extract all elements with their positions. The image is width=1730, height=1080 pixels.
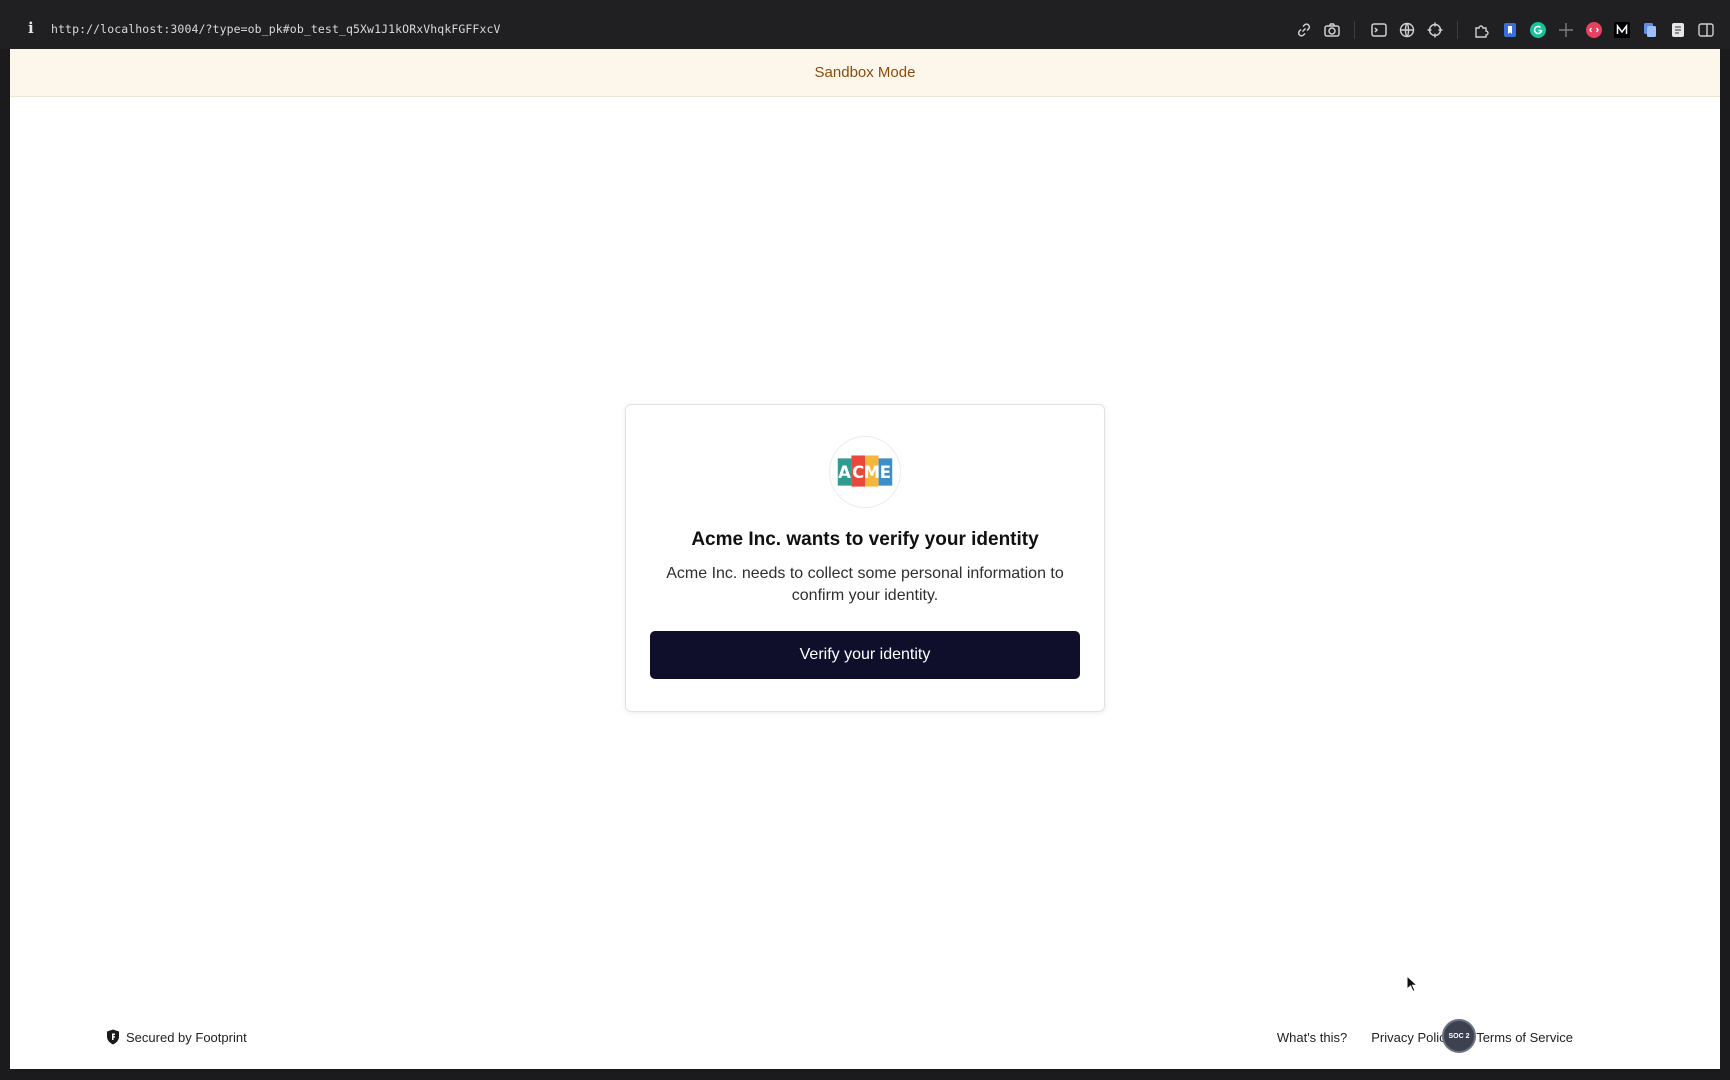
devtools-icon[interactable] [1584, 20, 1604, 40]
svg-text:A: A [838, 463, 851, 482]
reader-icon[interactable] [1668, 20, 1688, 40]
svg-text:E: E [880, 463, 891, 482]
browser-extensions [1286, 18, 1716, 42]
camera-icon[interactable] [1322, 20, 1342, 40]
mouse-cursor-icon [1406, 975, 1419, 993]
sidebar-icon[interactable] [1696, 20, 1716, 40]
toolbar-divider [1457, 21, 1458, 39]
page-viewport: Sandbox Mode A C M E Acme Inc. wants to … [10, 49, 1720, 1069]
card-title: Acme Inc. wants to verify your identity [691, 529, 1039, 550]
link-icon[interactable] [1294, 20, 1314, 40]
grammarly-icon[interactable] [1528, 20, 1548, 40]
footer-links: What's this? Privacy Policy Terms of Ser… [1253, 1027, 1573, 1047]
sandbox-banner: Sandbox Mode [10, 49, 1720, 97]
move-icon[interactable] [1556, 20, 1576, 40]
copy-icon[interactable] [1640, 20, 1660, 40]
shield-icon [106, 1029, 120, 1045]
toolbar-divider [1354, 21, 1355, 39]
terms-of-service-link[interactable]: Terms of Service [1476, 1030, 1573, 1045]
verify-identity-button[interactable]: Verify your identity [650, 631, 1080, 679]
browser-toolbar: i http://localhost:3004/?type=ob_pk#ob_t… [0, 0, 1730, 49]
svg-text:C: C [852, 463, 864, 482]
soc2-badge: SOC 2 [1442, 1019, 1476, 1053]
card-description: Acme Inc. needs to collect some personal… [666, 565, 1064, 604]
verification-card: A C M E Acme Inc. wants to verify your i… [625, 404, 1105, 712]
secured-by-footprint[interactable]: Secured by Footprint [106, 1027, 247, 1047]
bookmark-icon[interactable] [1500, 20, 1520, 40]
whats-this-link[interactable]: What's this? [1277, 1030, 1347, 1045]
secured-by-text: Secured by Footprint [126, 1029, 247, 1045]
svg-text:M: M [864, 463, 880, 482]
acme-logo: A C M E [829, 436, 901, 508]
globe-icon[interactable] [1397, 20, 1417, 40]
address-bar[interactable]: http://localhost:3004/?type=ob_pk#ob_tes… [51, 22, 501, 36]
extension-puzzle-icon[interactable] [1472, 20, 1492, 40]
terminal-icon[interactable] [1369, 20, 1389, 40]
site-info-icon[interactable]: i [28, 20, 38, 36]
crosshair-icon[interactable] [1425, 20, 1445, 40]
medium-icon[interactable] [1612, 20, 1632, 40]
sandbox-banner-text: Sandbox Mode [814, 64, 916, 81]
privacy-policy-link[interactable]: Privacy Policy [1371, 1030, 1452, 1045]
